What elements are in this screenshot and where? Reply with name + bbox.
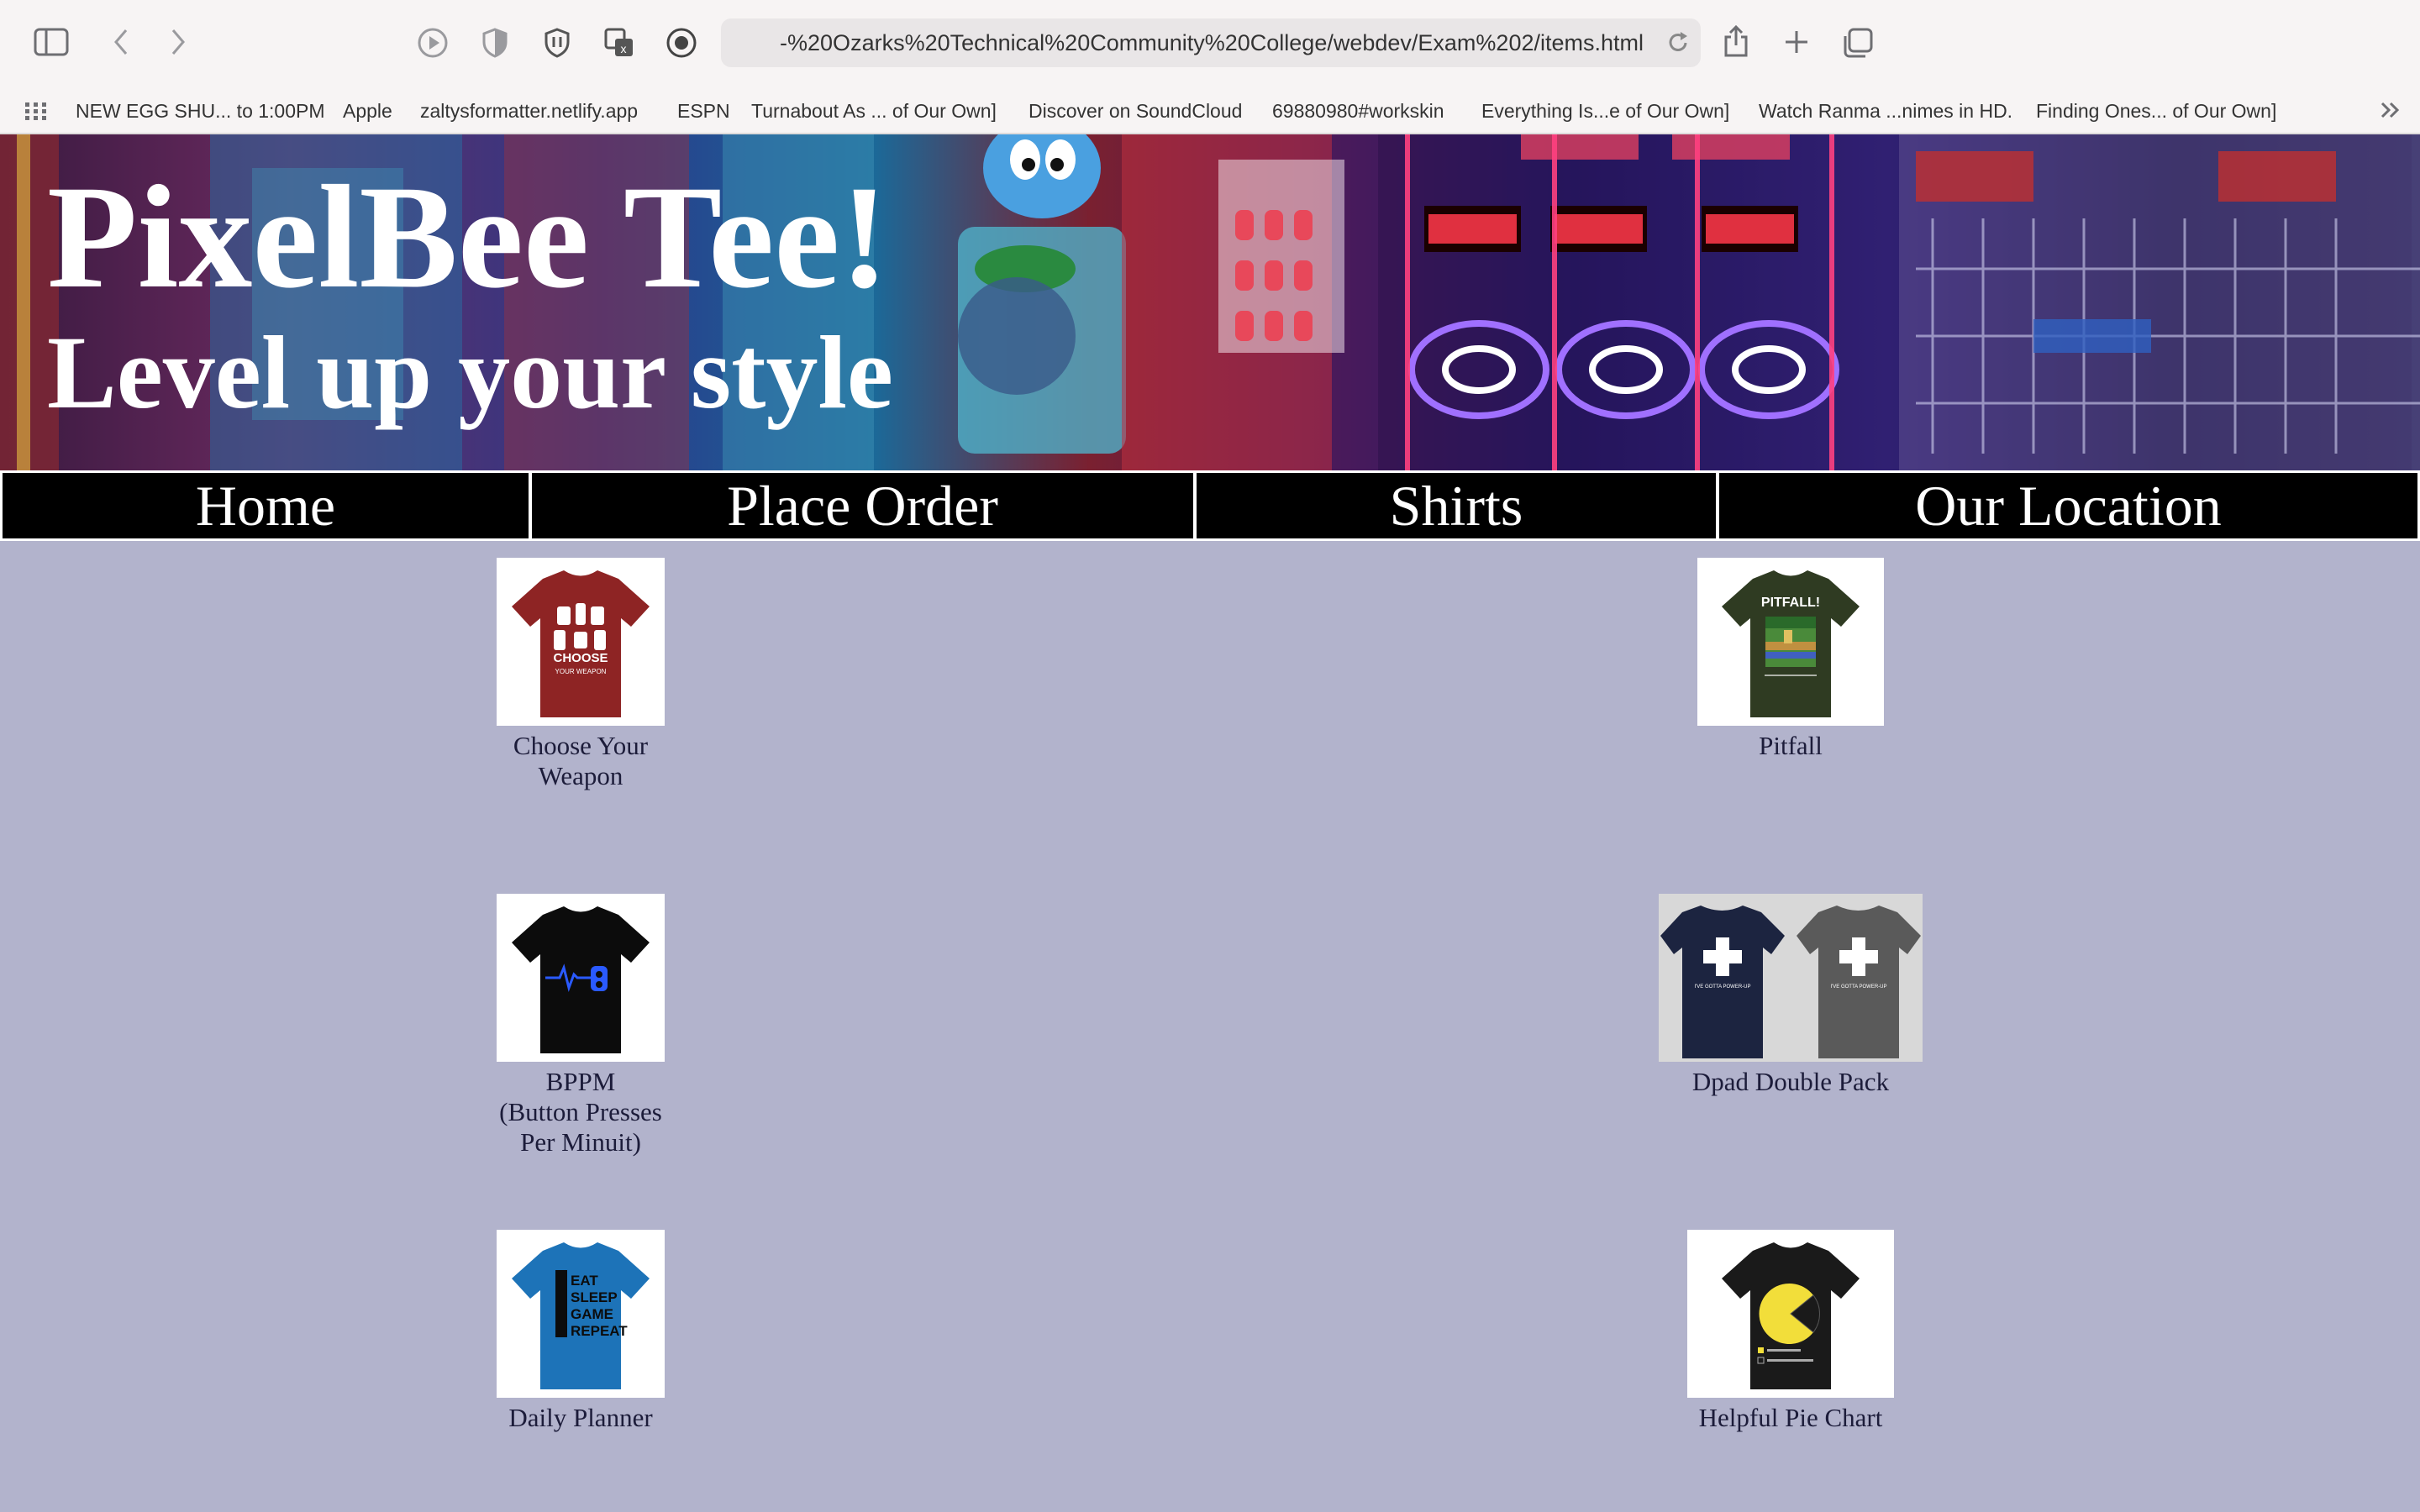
share-icon[interactable] xyxy=(1719,22,1753,60)
svg-text:PITFALL!: PITFALL! xyxy=(1761,596,1820,610)
svg-text:x: x xyxy=(621,42,627,55)
favorite-link[interactable]: Apple xyxy=(343,87,392,134)
favorites-bar: NEW EGG SHU... to 1:00PM Apple zaltysfor… xyxy=(0,87,2420,134)
favorite-link[interactable]: 69880980#workskin xyxy=(1272,87,1444,134)
product-image[interactable]: I'VE GOTTA POWER-UP I'VE GOTTA POWER-UP xyxy=(1659,894,1923,1062)
back-icon[interactable] xyxy=(104,25,138,59)
product-image[interactable]: EAT SLEEP GAME REPEAT xyxy=(497,1230,665,1398)
product-name: Choose Your Weapon xyxy=(513,731,649,790)
tab-overview-icon[interactable] xyxy=(1840,25,1876,60)
forward-icon[interactable] xyxy=(161,25,195,59)
favorite-link[interactable]: ESPN xyxy=(677,87,730,134)
favorite-link[interactable]: Turnabout As ... of Our Own] xyxy=(751,87,997,134)
svg-text:GAME: GAME xyxy=(571,1306,613,1322)
sidebar-icon[interactable] xyxy=(32,25,71,59)
product-name: BPPM (Button Presses Per Minuit) xyxy=(499,1067,662,1157)
hero-banner: PixelBee Tee! Level up your style xyxy=(0,134,2420,470)
favorite-link[interactable]: Discover on SoundCloud xyxy=(1028,87,1242,134)
favorite-link[interactable]: Watch Ranma ...nimes in HD. xyxy=(1759,87,2012,134)
privacy-shield-icon[interactable] xyxy=(539,25,575,60)
extension-icon[interactable] xyxy=(664,25,699,60)
shield-half-icon[interactable] xyxy=(477,25,513,60)
chevron-double-right-icon[interactable] xyxy=(2378,97,2403,123)
favorite-link[interactable]: Everything Is...e of Our Own] xyxy=(1481,87,1729,134)
product-name: Dpad Double Pack xyxy=(1691,1067,1890,1096)
product-card[interactable]: BPPM (Button Presses Per Minuit) xyxy=(471,894,691,1158)
favorite-link[interactable]: NEW EGG SHU... to 1:00PM xyxy=(76,87,325,134)
address-bar[interactable]: -%20Ozarks%20Technical%20Community%20Col… xyxy=(721,18,1701,67)
product-card[interactable]: PITFALL! Pitfall xyxy=(1697,558,1884,761)
nav-place-order[interactable]: Place Order xyxy=(532,473,1193,538)
site-title: PixelBee Tee! xyxy=(47,155,889,319)
new-tab-icon[interactable] xyxy=(1780,25,1813,59)
svg-text:SLEEP: SLEEP xyxy=(571,1289,618,1305)
favorite-link[interactable]: zaltysformatter.netlify.app xyxy=(420,87,638,134)
translate-icon[interactable]: x xyxy=(602,25,637,60)
product-name: Pitfall xyxy=(1759,731,1823,760)
product-card[interactable]: Helpful Pie Chart xyxy=(1687,1230,1894,1433)
site-tagline: Level up your style xyxy=(47,315,893,430)
favorite-link[interactable]: Finding Ones... of Our Own] xyxy=(2036,87,2276,134)
nav-shirts[interactable]: Shirts xyxy=(1197,473,1716,538)
product-card[interactable]: I'VE GOTTA POWER-UP I'VE GOTTA POWER-UP … xyxy=(1659,894,1923,1097)
reload-icon[interactable] xyxy=(1664,29,1692,57)
main-nav: Home Place Order Shirts Our Location xyxy=(0,470,2420,541)
svg-text:I'VE GOTTA POWER-UP: I'VE GOTTA POWER-UP xyxy=(1830,984,1886,990)
product-image[interactable] xyxy=(497,894,665,1062)
nav-our-location[interactable]: Our Location xyxy=(1719,473,2417,538)
product-image[interactable] xyxy=(1687,1230,1894,1398)
svg-text:REPEAT: REPEAT xyxy=(571,1323,628,1339)
product-name: Helpful Pie Chart xyxy=(1698,1403,1883,1432)
product-name: Daily Planner xyxy=(508,1403,653,1432)
grid-icon[interactable] xyxy=(25,102,47,121)
url-text: -%20Ozarks%20Technical%20Community%20Col… xyxy=(780,30,1644,55)
browser-toolbar: x -%20Ozarks%20Technical%20Community%20C… xyxy=(0,0,2420,87)
svg-text:CHOOSE: CHOOSE xyxy=(553,651,608,665)
product-card[interactable]: EAT SLEEP GAME REPEAT Daily Planner xyxy=(487,1230,674,1433)
svg-text:YOUR WEAPON: YOUR WEAPON xyxy=(555,668,607,675)
product-image[interactable]: PITFALL! xyxy=(1697,558,1884,726)
product-image[interactable]: CHOOSE YOUR WEAPON xyxy=(497,558,665,726)
product-card[interactable]: CHOOSE YOUR WEAPON Choose Your Weapon xyxy=(487,558,674,791)
nav-home[interactable]: Home xyxy=(3,473,529,538)
svg-text:I'VE GOTTA POWER-UP: I'VE GOTTA POWER-UP xyxy=(1694,984,1750,990)
svg-text:EAT: EAT xyxy=(571,1273,598,1289)
play-icon[interactable] xyxy=(415,25,450,60)
